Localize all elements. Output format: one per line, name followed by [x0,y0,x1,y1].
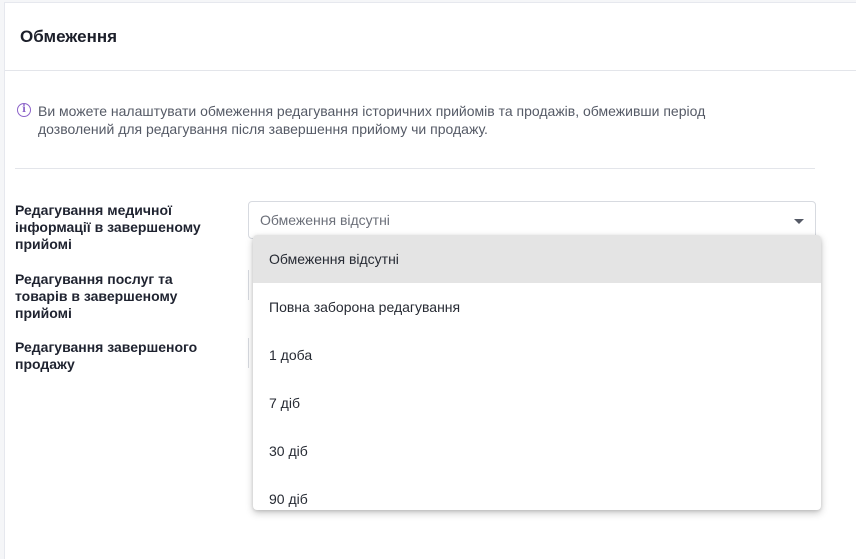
info-note: i Ви можете налаштувати обмеження редагу… [17,102,797,138]
label-line: інформації в завершеному [15,219,201,235]
caret-down-icon[interactable] [794,219,804,224]
dropdown-option-7-days[interactable]: 7 діб [253,379,821,427]
field-label-services-goods: Редагування послуг та товарів в завершен… [15,271,225,322]
dropdown-menu: Обмеження відсутні Повна заборона редагу… [253,235,821,510]
label-line: Редагування медичної [15,202,172,218]
card-header: Обмеження [5,3,856,71]
dropdown-option-30-days[interactable]: 30 діб [253,427,821,475]
section-title: Обмеження [20,26,118,46]
label-line: прийомі [15,305,72,321]
field-label-completed-sale: Редагування завершеного продажу [15,339,225,373]
select-value: Обмеження відсутні [260,212,390,228]
label-line: Редагування послуг та [15,271,173,287]
dropdown-option-90-days[interactable]: 90 діб [253,475,821,510]
info-text-line: Ви можете налаштувати обмеження редагува… [38,103,706,119]
label-line: прийомі [15,236,72,252]
dropdown-option-1-day[interactable]: 1 доба [253,331,821,379]
info-text-line: дозволений для редагування після заверше… [38,121,488,137]
medical-info-restriction-select[interactable]: Обмеження відсутні [248,201,816,239]
dropdown-option-full-ban[interactable]: Повна заборона редагування [253,283,821,331]
label-line: Редагування завершеного [15,339,198,355]
field-label-medical-info: Редагування медичної інформації в заверш… [15,202,225,253]
info-text: Ви можете налаштувати обмеження редагува… [38,102,705,138]
dropdown-option-no-restrictions[interactable]: Обмеження відсутні [253,235,821,283]
info-icon: i [17,103,31,117]
label-line: продажу [15,356,75,372]
divider [15,168,815,169]
label-line: товарів в завершеному [15,288,178,304]
